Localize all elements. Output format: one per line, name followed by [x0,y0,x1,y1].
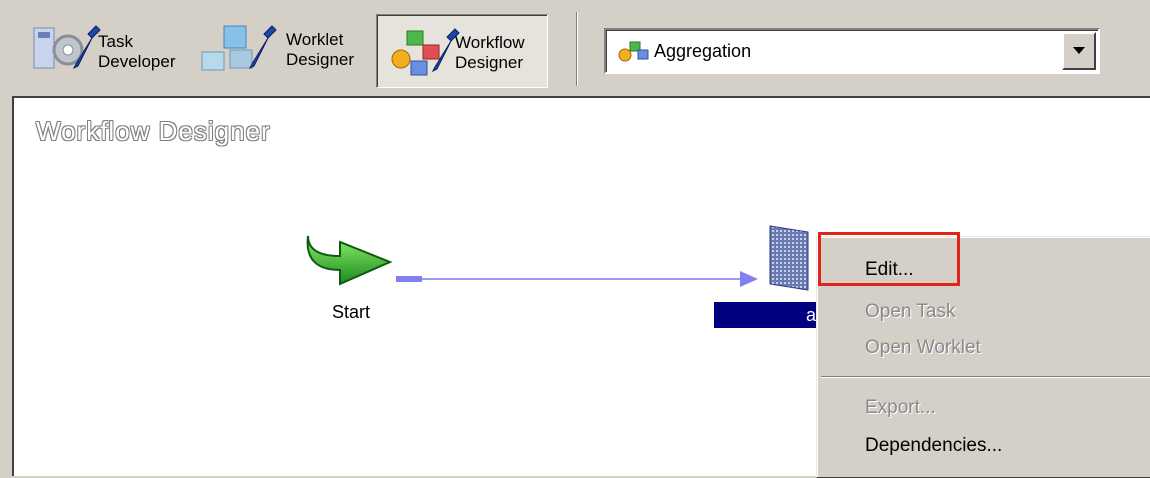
worklet-designer-button[interactable]: Worklet Designer [196,14,372,86]
task-developer-label: Task Developer [98,32,176,71]
workflow-select[interactable]: Aggregation [604,28,1100,74]
menu-item-dependencies[interactable]: Dependencies... [865,435,1002,457]
menu-item-export[interactable]: Export... [865,397,936,419]
workflow-designer-button[interactable]: Workflow Designer [376,14,548,88]
session-task-icon[interactable] [764,222,824,292]
task-developer-button[interactable]: Task Developer [22,14,192,86]
start-task-label[interactable]: Start [332,302,370,323]
workflow-designer-icon [391,28,460,76]
workflow-select-value: Aggregation [654,41,752,61]
chevron-down-icon [1073,47,1085,54]
workflow-select-dropdown-button[interactable] [1062,32,1096,70]
designer-toolbar: Task Developer Worklet Designer Workflow… [0,0,1150,96]
worklet-designer-icon [201,25,277,71]
toolbar-separator [576,12,578,86]
start-task-icon[interactable] [300,222,400,292]
menu-item-open-worklet[interactable]: Open Worklet [865,337,981,359]
workflow-designer-label: Workflow Designer [455,33,525,72]
menu-item-open-task[interactable]: Open Task [865,301,955,323]
worklet-designer-label: Worklet Designer [286,30,355,69]
workflow-link[interactable] [396,270,776,290]
menu-separator [821,376,1150,378]
canvas-title: Workflow Designer [36,116,271,146]
workflow-icon [618,41,649,62]
edit-highlight-box [818,232,960,286]
